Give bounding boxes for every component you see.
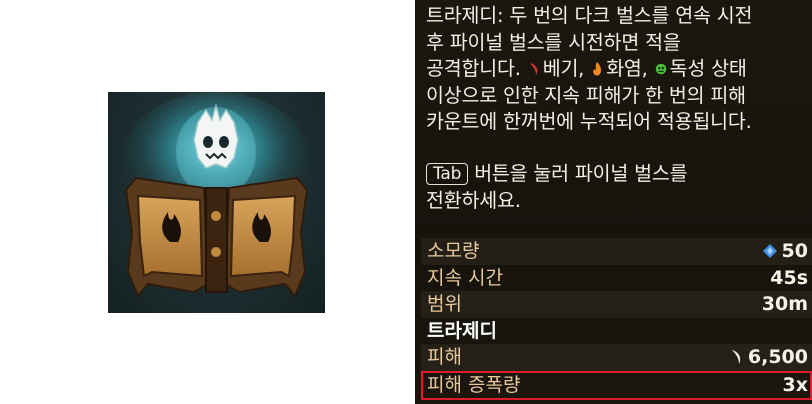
description-text: 공격합니다. [426,57,527,80]
skill-icon-tragedy[interactable] [108,92,325,313]
skill-description: 트라제디: 두 번의 다크 벌스를 연속 시전 후 파이널 벌스를 시전하면 적… [426,3,808,136]
skill-tooltip: 트라제디: 두 번의 다크 벌스를 연속 시전 후 파이널 벌스를 시전하면 적… [415,0,812,404]
stats-list: 소모량 50 지속 시간 45s 범위 30m 트라제디 피해 6,500 피해… [421,238,812,400]
stat-row-damage-amplification: 피해 증폭량 3x [421,370,812,400]
description-line: 트라제디: 두 번의 다크 벌스를 연속 시전 [426,4,753,27]
book-skull-icon [121,92,311,298]
stat-row-range: 범위 30m [421,291,812,318]
stat-label: 지속 시간 [427,266,503,289]
hint-line: Tab 버튼을 눌러 파이널 벌스를 [426,161,688,188]
stat-value: 6,500 [728,344,808,371]
burn-status-icon [593,62,602,76]
section-title: 트라제디 [427,319,497,342]
screen: 트라제디: 두 번의 다크 벌스를 연속 시전 후 파이널 벌스를 시전하면 적… [0,0,812,404]
bleed-status-icon [529,63,538,75]
stat-value: 45s [770,266,808,289]
description-line: 공격합니다. 베기, 화염, 독성 상태 [426,56,808,83]
stat-value: 30m [761,293,808,315]
stat-row-damage: 피해 6,500 [421,344,812,371]
switch-hint: Tab 버튼을 눌러 파이널 벌스를 전환하세요. [426,161,688,214]
stat-label: 소모량 [427,240,480,262]
status-burn-label: 화염, [606,57,648,80]
stat-value-text: 50 [781,240,808,262]
stat-row-duration: 지속 시간 45s [421,265,812,292]
hint-text: 버튼을 눌러 파이널 벌스를 [474,162,688,185]
hint-line: 전환하세요. [426,188,521,212]
stat-label: 피해 [427,346,462,368]
status-poison-label: 독성 상태 [669,57,747,80]
description-line: 후 파이널 벌스를 시전하면 적을 [426,30,681,54]
stat-label: 피해 증폭량 [427,373,521,396]
status-bleed-label: 베기, [542,57,585,80]
tab-key-badge: Tab [426,163,469,185]
stat-value-text: 6,500 [747,346,808,368]
slash-damage-icon [731,350,741,364]
stat-row-cost: 소모량 50 [421,238,812,265]
stat-label: 범위 [427,293,462,315]
poison-status-icon [655,63,666,75]
stat-value: 3x [782,373,808,396]
stat-value: 50 [762,238,808,265]
description-line: 이상으로 인한 지속 피해가 한 번의 피해 [426,83,746,107]
soul-crystal-icon [762,244,777,258]
description-line: 카운트에 한꺼번에 누적되어 적용됩니다. [426,110,752,133]
